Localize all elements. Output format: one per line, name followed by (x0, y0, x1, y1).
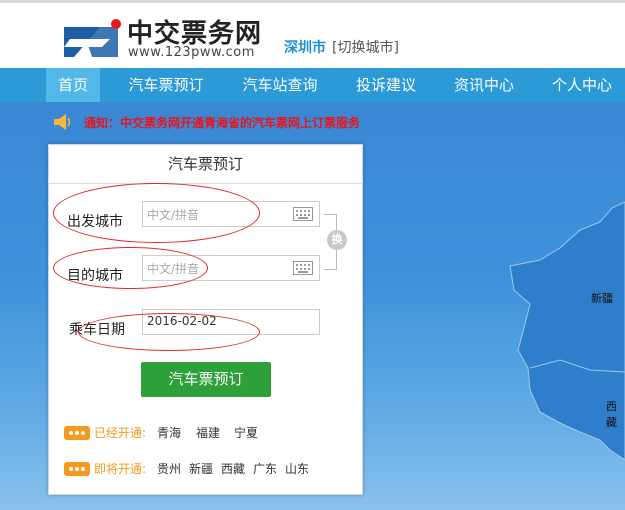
annotation-oval-date (78, 313, 260, 351)
site-url: www.123pww.com (128, 45, 255, 60)
dots-badge-icon (64, 462, 90, 476)
dots-badge-icon (64, 426, 90, 440)
opened-province-link[interactable]: 福建 (196, 424, 220, 441)
current-city: 深圳市 (284, 40, 326, 56)
book-ticket-button[interactable]: 汽车票预订 (141, 362, 271, 397)
map-label-tibet: 西藏 (606, 400, 617, 429)
coming-province-link[interactable]: 新疆 (189, 460, 213, 477)
main-nav: 首页 汽车票预订 汽车站查询 投诉建议 资讯中心 个人中心 (0, 68, 625, 102)
coming-province-link[interactable]: 山东 (285, 460, 309, 477)
nav-news-center[interactable]: 资讯中心 (446, 68, 522, 102)
nav-bus-ticket-booking[interactable]: 汽车票预订 (120, 68, 212, 102)
map-label-xinjiang: 新疆 (591, 292, 613, 305)
nav-home[interactable]: 首页 (46, 68, 100, 102)
coming-province-link[interactable]: 广东 (253, 460, 277, 477)
keyboard-icon[interactable] (293, 261, 313, 275)
swap-cities-button[interactable]: 换 (327, 230, 347, 250)
booking-panel-title: 汽车票预订 (49, 145, 362, 184)
switch-city-link[interactable]: [切换城市] (332, 37, 399, 57)
speaker-icon (54, 114, 71, 130)
annotation-oval-destination (53, 247, 208, 289)
nav-bus-station-query[interactable]: 汽车站查询 (234, 68, 326, 102)
nav-complaints[interactable]: 投诉建议 (348, 68, 424, 102)
annotation-oval-departure (53, 183, 260, 243)
coming-province-link[interactable]: 西藏 (221, 460, 245, 477)
site-header: 中交票务网 www.123pww.com 深圳市 [切换城市] (0, 3, 625, 68)
opened-province-link[interactable]: 宁夏 (234, 424, 258, 441)
opened-province-link[interactable]: 青海 (157, 424, 181, 441)
opened-label: 已经开通: (94, 426, 147, 440)
nav-user-center[interactable]: 个人中心 (544, 68, 620, 102)
keyboard-icon[interactable] (293, 207, 313, 221)
logo-icon (64, 19, 121, 57)
coming-province-link[interactable]: 贵州 (157, 460, 181, 477)
coming-soon-label: 即将开通: (94, 462, 147, 476)
notice-text[interactable]: 通知：中交票务网开通青海省的汽车票网上订票服务 (84, 114, 360, 131)
